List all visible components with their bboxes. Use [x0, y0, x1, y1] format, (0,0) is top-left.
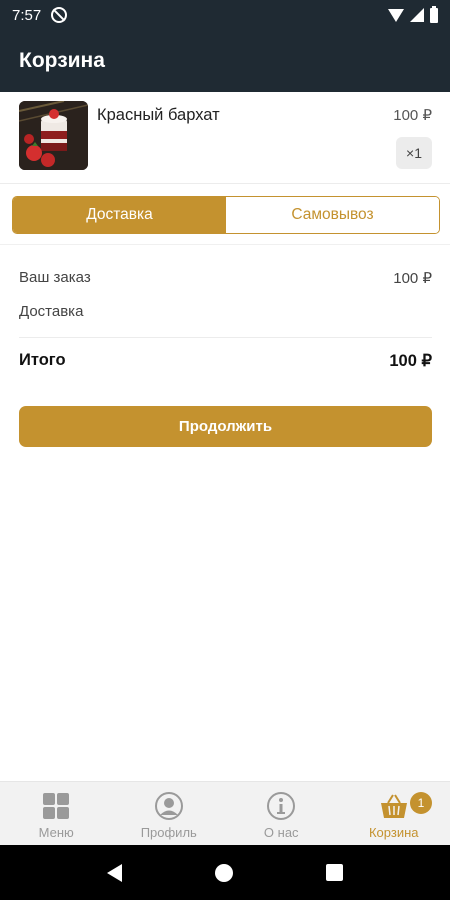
order-summary-row: Ваш заказ 100 ₽	[19, 269, 432, 287]
total-value: 100 ₽	[389, 352, 432, 370]
home-icon[interactable]	[214, 863, 233, 882]
divider	[19, 337, 432, 338]
nav-item-cart[interactable]: Корзина 1	[338, 782, 450, 845]
bottom-navigation: Меню Профиль О нас Корзина 1	[0, 781, 450, 845]
recent-apps-icon[interactable]	[326, 864, 344, 881]
back-icon[interactable]	[106, 863, 122, 882]
delivery-label: Доставка	[19, 303, 84, 320]
tab-delivery[interactable]: Доставка	[13, 197, 226, 233]
order-label: Ваш заказ	[19, 269, 91, 286]
quantity-badge[interactable]: ×1	[396, 137, 432, 169]
nav-item-menu[interactable]: Меню	[0, 782, 113, 845]
system-navigation-bar	[0, 845, 450, 900]
nav-label-about: О нас	[263, 825, 299, 840]
status-time: 7:57	[12, 6, 42, 24]
grid-icon	[43, 793, 70, 819]
divider	[0, 244, 450, 245]
tab-pickup[interactable]: Самовывоз	[226, 197, 439, 233]
cart-count-badge: 1	[410, 792, 432, 814]
profile-icon	[154, 792, 183, 820]
nav-item-profile[interactable]: Профиль	[113, 782, 226, 845]
continue-button[interactable]: Продолжить	[19, 406, 432, 447]
battery-icon	[430, 5, 438, 23]
cart-item[interactable]: Красный бархат 100 ₽ ×1	[0, 92, 450, 184]
signal-icon	[410, 8, 424, 22]
product-name: Красный бархат	[97, 106, 220, 124]
status-bar: 7:57	[0, 0, 450, 30]
page-title: Корзина	[19, 49, 105, 72]
order-value: 100 ₽	[393, 270, 432, 287]
nav-label-cart: Корзина	[368, 825, 419, 840]
status-icons	[388, 5, 438, 23]
total-label: Итого	[19, 351, 66, 369]
nav-label-profile: Профиль	[140, 825, 197, 840]
product-image	[19, 101, 88, 170]
nav-item-about[interactable]: О нас	[225, 782, 338, 845]
notification-icon	[51, 7, 68, 23]
nav-label-menu: Меню	[38, 825, 74, 840]
wifi-icon	[388, 8, 404, 22]
basket-icon	[380, 794, 407, 818]
total-row: Итого 100 ₽	[19, 351, 432, 371]
info-icon	[267, 792, 296, 820]
delivery-method-toggle: Доставка Самовывоз	[12, 196, 440, 234]
delivery-summary-row: Доставка	[19, 303, 432, 320]
product-price: 100 ₽	[393, 107, 432, 124]
app-bar: Корзина	[0, 30, 450, 92]
